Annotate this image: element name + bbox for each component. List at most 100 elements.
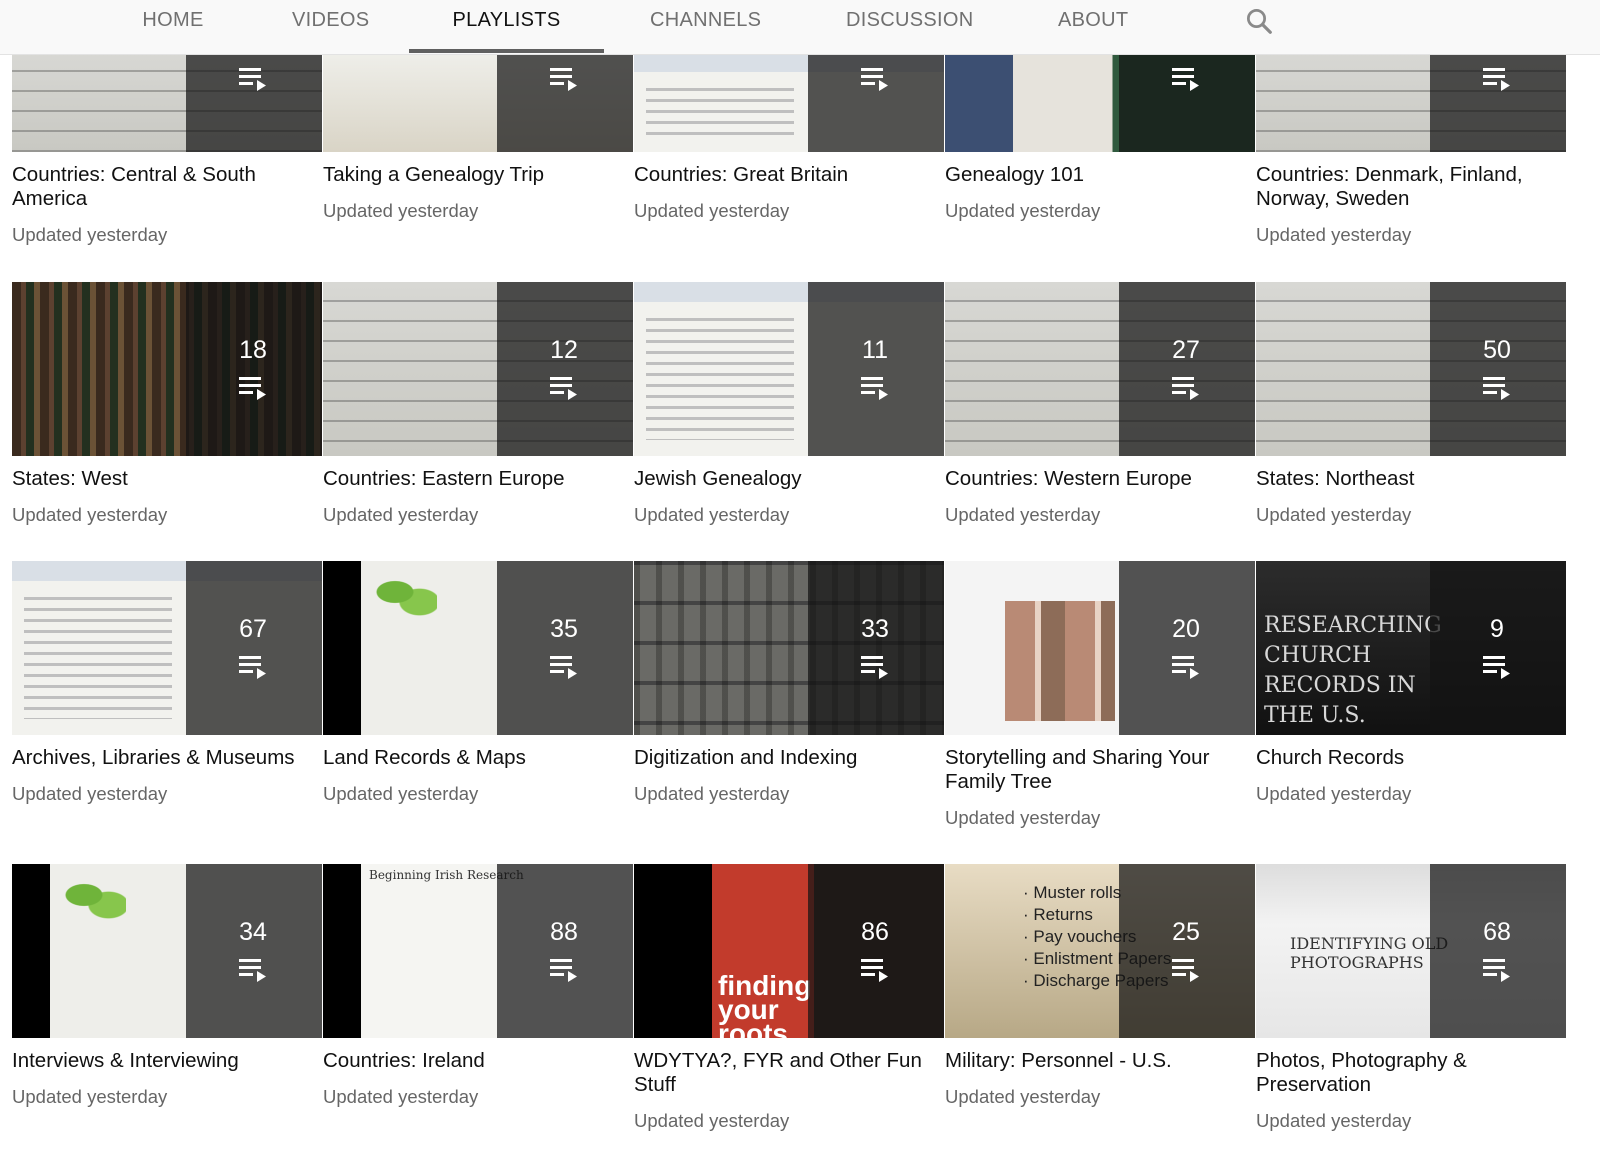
playlist-thumbnail[interactable]: 11 xyxy=(634,282,944,456)
playlist-card[interactable]: 20 Storytelling and Sharing Your Family T… xyxy=(945,561,1255,829)
playlist-thumbnail[interactable]: 86 xyxy=(634,864,944,1038)
playlist-title[interactable]: Storytelling and Sharing Your Family Tre… xyxy=(945,746,1250,794)
playlist-count-overlay xyxy=(1119,282,1255,456)
playlist-title[interactable]: Countries: Great Britain xyxy=(634,163,939,187)
playlist-count-overlay xyxy=(808,864,944,1038)
playlist-icon xyxy=(239,375,269,401)
search-icon[interactable] xyxy=(1244,6,1274,36)
playlist-icon xyxy=(861,375,891,401)
updated-text: Updated yesterday xyxy=(634,1110,790,1131)
playlist-thumbnail[interactable]: 33 xyxy=(634,561,944,735)
playlist-title[interactable]: States: West xyxy=(12,467,317,491)
playlist-thumbnail[interactable]: 35 xyxy=(323,561,633,735)
playlist-count-overlay xyxy=(1430,864,1566,1038)
playlist-title[interactable]: States: Northeast xyxy=(1256,467,1561,491)
playlist-icon xyxy=(550,654,580,680)
video-count: 35 xyxy=(550,615,578,643)
playlist-card[interactable]: 34 Interviews & Interviewing Updated yeste… xyxy=(12,864,322,1108)
playlist-title[interactable]: Digitization and Indexing xyxy=(634,746,939,770)
playlist-title[interactable]: Military: Personnel - U.S. xyxy=(945,1049,1250,1073)
playlist-card[interactable]: Countries: Great Britain Updated yesterda… xyxy=(634,52,944,222)
playlist-card[interactable]: 88 Countries: Ireland Updated yesterday xyxy=(323,864,633,1108)
playlist-icon xyxy=(1483,957,1513,983)
playlist-thumbnail[interactable]: 27 xyxy=(945,282,1255,456)
video-count: 86 xyxy=(861,918,889,946)
playlist-thumbnail[interactable]: 68 xyxy=(1256,864,1566,1038)
playlist-thumbnail[interactable]: 34 xyxy=(12,864,322,1038)
video-count: 9 xyxy=(1490,615,1504,643)
playlist-thumbnail[interactable]: 25 xyxy=(945,864,1255,1038)
playlist-thumbnail[interactable] xyxy=(1256,52,1566,152)
playlist-title[interactable]: Photos, Photography & Preservation xyxy=(1256,1049,1561,1097)
video-count: 34 xyxy=(239,918,267,946)
playlist-thumbnail[interactable] xyxy=(323,52,633,152)
playlist-title[interactable]: Countries: Ireland xyxy=(323,1049,628,1073)
playlist-title[interactable]: Jewish Genealogy xyxy=(634,467,939,491)
video-count: 50 xyxy=(1483,336,1511,364)
updated-text: Updated yesterday xyxy=(323,783,479,804)
playlist-title[interactable]: Interviews & Interviewing xyxy=(12,1049,317,1073)
playlist-thumbnail[interactable]: 50 xyxy=(1256,282,1566,456)
playlist-card[interactable]: Countries: Denmark, Finland, Norway, Swe… xyxy=(1256,52,1566,246)
tab-channels[interactable]: CHANNELS xyxy=(650,0,761,54)
playlist-card[interactable]: 68 Photos, Photography & Preservation Upda… xyxy=(1256,864,1566,1132)
playlist-card[interactable]: Taking a Genealogy Trip Updated yesterday xyxy=(323,52,633,222)
playlist-thumbnail[interactable]: 88 xyxy=(323,864,633,1038)
playlist-icon xyxy=(861,66,891,92)
playlist-card[interactable]: 11 Jewish Genealogy Updated yesterday xyxy=(634,282,944,526)
updated-text: Updated yesterday xyxy=(12,1086,168,1107)
playlist-title[interactable]: Archives, Libraries & Museums xyxy=(12,746,317,770)
updated-text: Updated yesterday xyxy=(1256,504,1412,525)
playlist-thumbnail[interactable]: 9 xyxy=(1256,561,1566,735)
playlist-title[interactable]: WDYTYA?, FYR and Other Fun Stuff xyxy=(634,1049,939,1097)
playlist-icon xyxy=(1172,654,1202,680)
playlist-icon xyxy=(1172,375,1202,401)
playlist-thumbnail[interactable] xyxy=(12,52,322,152)
playlist-title[interactable]: Countries: Denmark, Finland, Norway, Swe… xyxy=(1256,163,1561,211)
playlist-thumbnail[interactable]: 18 xyxy=(12,282,322,456)
playlist-card[interactable]: 9 Church Records Updated yesterday xyxy=(1256,561,1566,805)
updated-text: Updated yesterday xyxy=(945,807,1101,828)
playlist-card[interactable]: 33 Digitization and Indexing Updated yeste… xyxy=(634,561,944,805)
playlist-card[interactable]: 27 Countries: Western Europe Updated yeste… xyxy=(945,282,1255,526)
playlist-count-overlay xyxy=(1430,282,1566,456)
playlist-thumbnail[interactable] xyxy=(634,52,944,152)
playlist-title[interactable]: Countries: Eastern Europe xyxy=(323,467,628,491)
video-count: 25 xyxy=(1172,918,1200,946)
playlist-title[interactable]: Genealogy 101 xyxy=(945,163,1250,187)
playlist-card[interactable]: 67 Archives, Libraries & Museums Updated y… xyxy=(12,561,322,805)
tab-discussion[interactable]: DISCUSSION xyxy=(846,0,973,54)
tab-about[interactable]: ABOUT xyxy=(1058,0,1128,54)
playlist-card[interactable]: 18 States: West Updated yesterday xyxy=(12,282,322,526)
playlist-title[interactable]: Church Records xyxy=(1256,746,1561,770)
playlist-thumbnail[interactable]: 67 xyxy=(12,561,322,735)
video-count: 88 xyxy=(550,918,578,946)
playlist-card[interactable]: 50 States: Northeast Updated yesterday xyxy=(1256,282,1566,526)
playlist-count-overlay xyxy=(186,282,322,456)
tab-playlists[interactable]: PLAYLISTS xyxy=(409,0,604,54)
playlist-card[interactable]: 35 Land Records & Maps Updated yesterday xyxy=(323,561,633,805)
playlist-card[interactable]: 25 Military: Personnel - U.S. Updated yest… xyxy=(945,864,1255,1108)
playlist-title[interactable]: Land Records & Maps xyxy=(323,746,628,770)
playlist-thumbnail[interactable]: 20 xyxy=(945,561,1255,735)
playlist-icon xyxy=(861,957,891,983)
playlist-title[interactable]: Countries: Central & South America xyxy=(12,163,317,211)
updated-text: Updated yesterday xyxy=(634,200,790,221)
playlist-card[interactable]: Countries: Central & South America Update… xyxy=(12,52,322,246)
updated-text: Updated yesterday xyxy=(1256,224,1412,245)
playlist-title[interactable]: Countries: Western Europe xyxy=(945,467,1250,491)
playlist-card[interactable]: Genealogy 101 Updated yesterday xyxy=(945,52,1255,222)
updated-text: Updated yesterday xyxy=(12,504,168,525)
updated-text: Updated yesterday xyxy=(634,504,790,525)
updated-text: Updated yesterday xyxy=(634,783,790,804)
playlist-count-overlay xyxy=(497,282,633,456)
playlist-card[interactable]: 86 WDYTYA?, FYR and Other Fun Stuff Update… xyxy=(634,864,944,1132)
playlist-card[interactable]: 12 Countries: Eastern Europe Updated yeste… xyxy=(323,282,633,526)
playlist-title[interactable]: Taking a Genealogy Trip xyxy=(323,163,628,187)
playlist-thumbnail[interactable] xyxy=(945,52,1255,152)
tab-home[interactable]: HOME xyxy=(142,0,204,54)
updated-text: Updated yesterday xyxy=(945,200,1101,221)
updated-text: Updated yesterday xyxy=(12,783,168,804)
playlist-thumbnail[interactable]: 12 xyxy=(323,282,633,456)
tab-videos[interactable]: VIDEOS xyxy=(292,0,369,54)
